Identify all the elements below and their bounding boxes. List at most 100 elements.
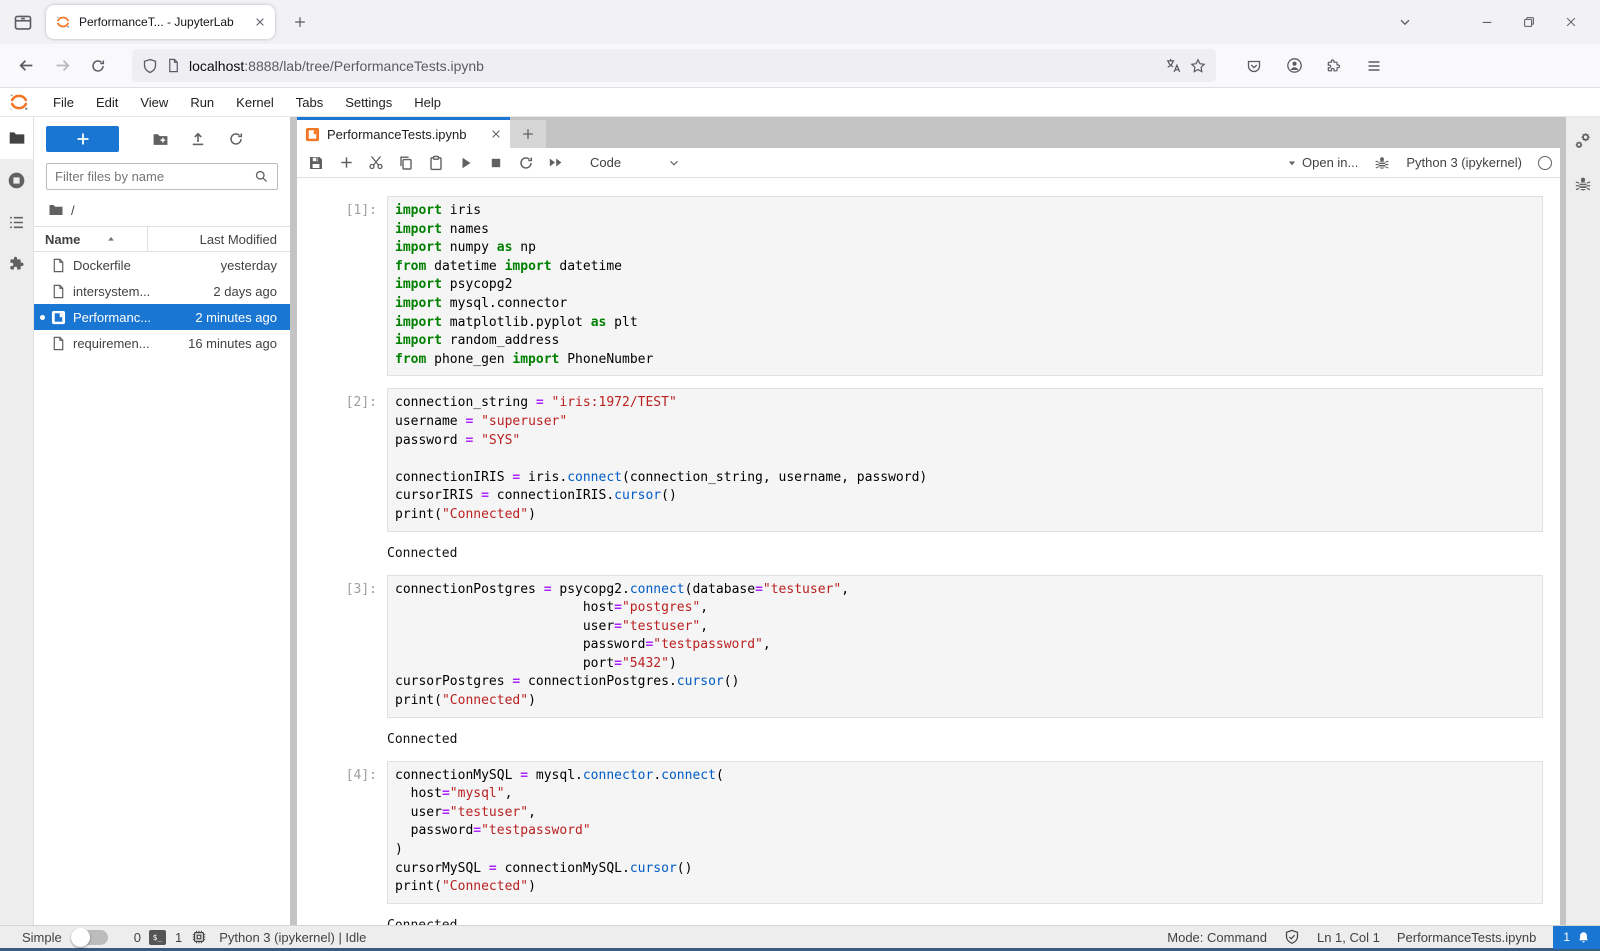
url-bar[interactable]: localhost:8888/lab/tree/PerformanceTests… xyxy=(132,49,1216,82)
sidebar-tab-extensions[interactable] xyxy=(0,243,33,285)
cell-prompt: [2]: xyxy=(297,388,387,531)
forward-button[interactable] xyxy=(46,50,78,82)
run-cell-button[interactable] xyxy=(458,155,474,171)
column-header-name[interactable]: Name xyxy=(34,227,148,251)
paste-cells-button[interactable] xyxy=(428,155,444,171)
menu-edit[interactable]: Edit xyxy=(85,88,129,116)
copy-cells-button[interactable] xyxy=(398,155,414,171)
cursor-position[interactable]: Ln 1, Col 1 xyxy=(1317,930,1380,945)
new-tab-button[interactable] xyxy=(285,7,315,37)
notebook-content[interactable]: [1]:import irisimport namesimport numpy … xyxy=(297,178,1560,925)
breadcrumb-root[interactable]: / xyxy=(71,203,75,218)
cell-editor[interactable]: connectionPostgres = psycopg2.connect(da… xyxy=(387,575,1543,718)
page-info-icon[interactable] xyxy=(166,58,181,73)
menu-tabs[interactable]: Tabs xyxy=(285,88,334,116)
cell-type-select[interactable]: Code xyxy=(590,155,681,170)
file-name: Performanc... xyxy=(73,310,195,325)
new-launcher-button[interactable] xyxy=(46,126,119,152)
translate-icon[interactable] xyxy=(1165,57,1182,74)
sidebar-tab-toc[interactable] xyxy=(0,201,33,243)
tab-close-icon[interactable] xyxy=(254,16,266,28)
account-icon xyxy=(1286,57,1303,74)
menu-run[interactable]: Run xyxy=(179,88,225,116)
column-header-modified[interactable]: Last Modified xyxy=(148,232,290,247)
kernel-status-icon[interactable] xyxy=(1538,156,1552,170)
sidebar-tab-property-inspector[interactable] xyxy=(1573,131,1593,151)
cell-output-text: Connected xyxy=(387,726,457,747)
window-close-button[interactable] xyxy=(1550,6,1592,38)
add-tab-button[interactable] xyxy=(510,120,546,148)
browser-navbar: localhost:8888/lab/tree/PerformanceTests… xyxy=(0,44,1600,88)
cell-output-area: Connected xyxy=(297,912,1543,925)
window-minimize-button[interactable] xyxy=(1466,6,1508,38)
sidebar-tab-filebrowser[interactable] xyxy=(0,117,33,159)
reload-button[interactable] xyxy=(82,50,114,82)
menu-kernel[interactable]: Kernel xyxy=(225,88,285,116)
reload-icon xyxy=(90,58,106,74)
code-line: import numpy as np xyxy=(395,239,1534,258)
kernel-chip-icon[interactable] xyxy=(191,929,207,945)
save-button[interactable] xyxy=(308,155,324,171)
menu-help[interactable]: Help xyxy=(403,88,452,116)
cell-editor[interactable]: import irisimport namesimport numpy as n… xyxy=(387,196,1543,376)
menu-view[interactable]: View xyxy=(129,88,179,116)
kernel-name[interactable]: Python 3 (ipykernel) xyxy=(1406,155,1522,170)
sidebar-tab-running[interactable] xyxy=(0,159,33,201)
notifications-button[interactable]: 1 xyxy=(1553,926,1600,949)
firefox-view-button[interactable] xyxy=(8,7,38,37)
new-folder-button[interactable] xyxy=(141,126,179,152)
file-row[interactable]: requiremen...16 minutes ago xyxy=(34,330,290,356)
run-icon xyxy=(458,155,474,171)
extensions-button[interactable] xyxy=(1318,50,1350,82)
cell-type-value: Code xyxy=(590,155,621,170)
menu-settings[interactable]: Settings xyxy=(334,88,403,116)
upload-button[interactable] xyxy=(179,126,217,152)
restart-run-all-button[interactable] xyxy=(548,155,564,171)
code-cell: [3]:connectionPostgres = psycopg2.connec… xyxy=(297,575,1543,718)
interrupt-kernel-button[interactable] xyxy=(488,155,504,171)
menu-file[interactable]: File xyxy=(42,88,85,116)
cell-editor[interactable]: connectionMySQL = mysql.connector.connec… xyxy=(387,761,1543,904)
pocket-button[interactable] xyxy=(1238,50,1270,82)
window-restore-button[interactable] xyxy=(1508,6,1550,38)
file-row[interactable]: intersystem...2 days ago xyxy=(34,278,290,304)
simple-mode-label: Simple xyxy=(22,930,62,945)
tab-close-icon[interactable] xyxy=(490,128,502,140)
output-prompt xyxy=(297,726,387,747)
refresh-button[interactable] xyxy=(217,126,255,152)
menu-button[interactable] xyxy=(1358,50,1390,82)
url-text[interactable]: localhost:8888/lab/tree/PerformanceTests… xyxy=(189,58,1157,74)
cell-editor[interactable]: connection_string = "iris:1972/TEST"user… xyxy=(387,388,1543,531)
code-cell: [2]:connection_string = "iris:1972/TEST"… xyxy=(297,388,1543,531)
account-button[interactable] xyxy=(1278,50,1310,82)
file-filter-input[interactable] xyxy=(55,169,254,184)
browser-tab[interactable]: PerformanceT... - JupyterLab xyxy=(46,5,275,39)
command-mode-indicator[interactable]: Mode: Command xyxy=(1167,930,1267,945)
kernel-status-text[interactable]: Python 3 (ipykernel) | Idle xyxy=(219,930,366,945)
open-in-dropdown[interactable]: Open in... xyxy=(1287,155,1358,170)
file-row[interactable]: Dockerfileyesterday xyxy=(34,252,290,278)
notebook-tab[interactable]: PerformanceTests.ipynb xyxy=(297,117,510,148)
cut-cells-button[interactable] xyxy=(368,155,384,171)
code-line: user="testuser", xyxy=(395,618,1534,637)
code-line: import names xyxy=(395,221,1534,240)
code-line: password = "SYS" xyxy=(395,432,1534,451)
chevron-down-icon xyxy=(1398,15,1412,29)
debugger-bug-icon[interactable] xyxy=(1374,155,1390,171)
file-row[interactable]: Performanc...2 minutes ago xyxy=(34,304,290,330)
simple-mode-toggle[interactable] xyxy=(72,930,108,945)
insert-cell-button[interactable] xyxy=(338,155,354,171)
back-button[interactable] xyxy=(10,50,42,82)
restart-kernel-button[interactable] xyxy=(518,155,534,171)
shield-icon[interactable] xyxy=(142,58,158,74)
home-folder-icon[interactable] xyxy=(48,202,64,218)
browser-tab-title: PerformanceT... - JupyterLab xyxy=(79,15,246,29)
trust-shield-icon[interactable] xyxy=(1284,929,1300,945)
bookmark-star-icon[interactable] xyxy=(1190,58,1206,74)
terminal-icon[interactable]: $_ xyxy=(149,930,166,945)
list-all-tabs-button[interactable] xyxy=(1384,6,1426,38)
statusbar-filename[interactable]: PerformanceTests.ipynb xyxy=(1397,930,1536,945)
sidebar-tab-debugger[interactable] xyxy=(1574,175,1592,193)
code-line: print("Connected") xyxy=(395,692,1534,711)
navbar-right-icons xyxy=(1238,50,1390,82)
